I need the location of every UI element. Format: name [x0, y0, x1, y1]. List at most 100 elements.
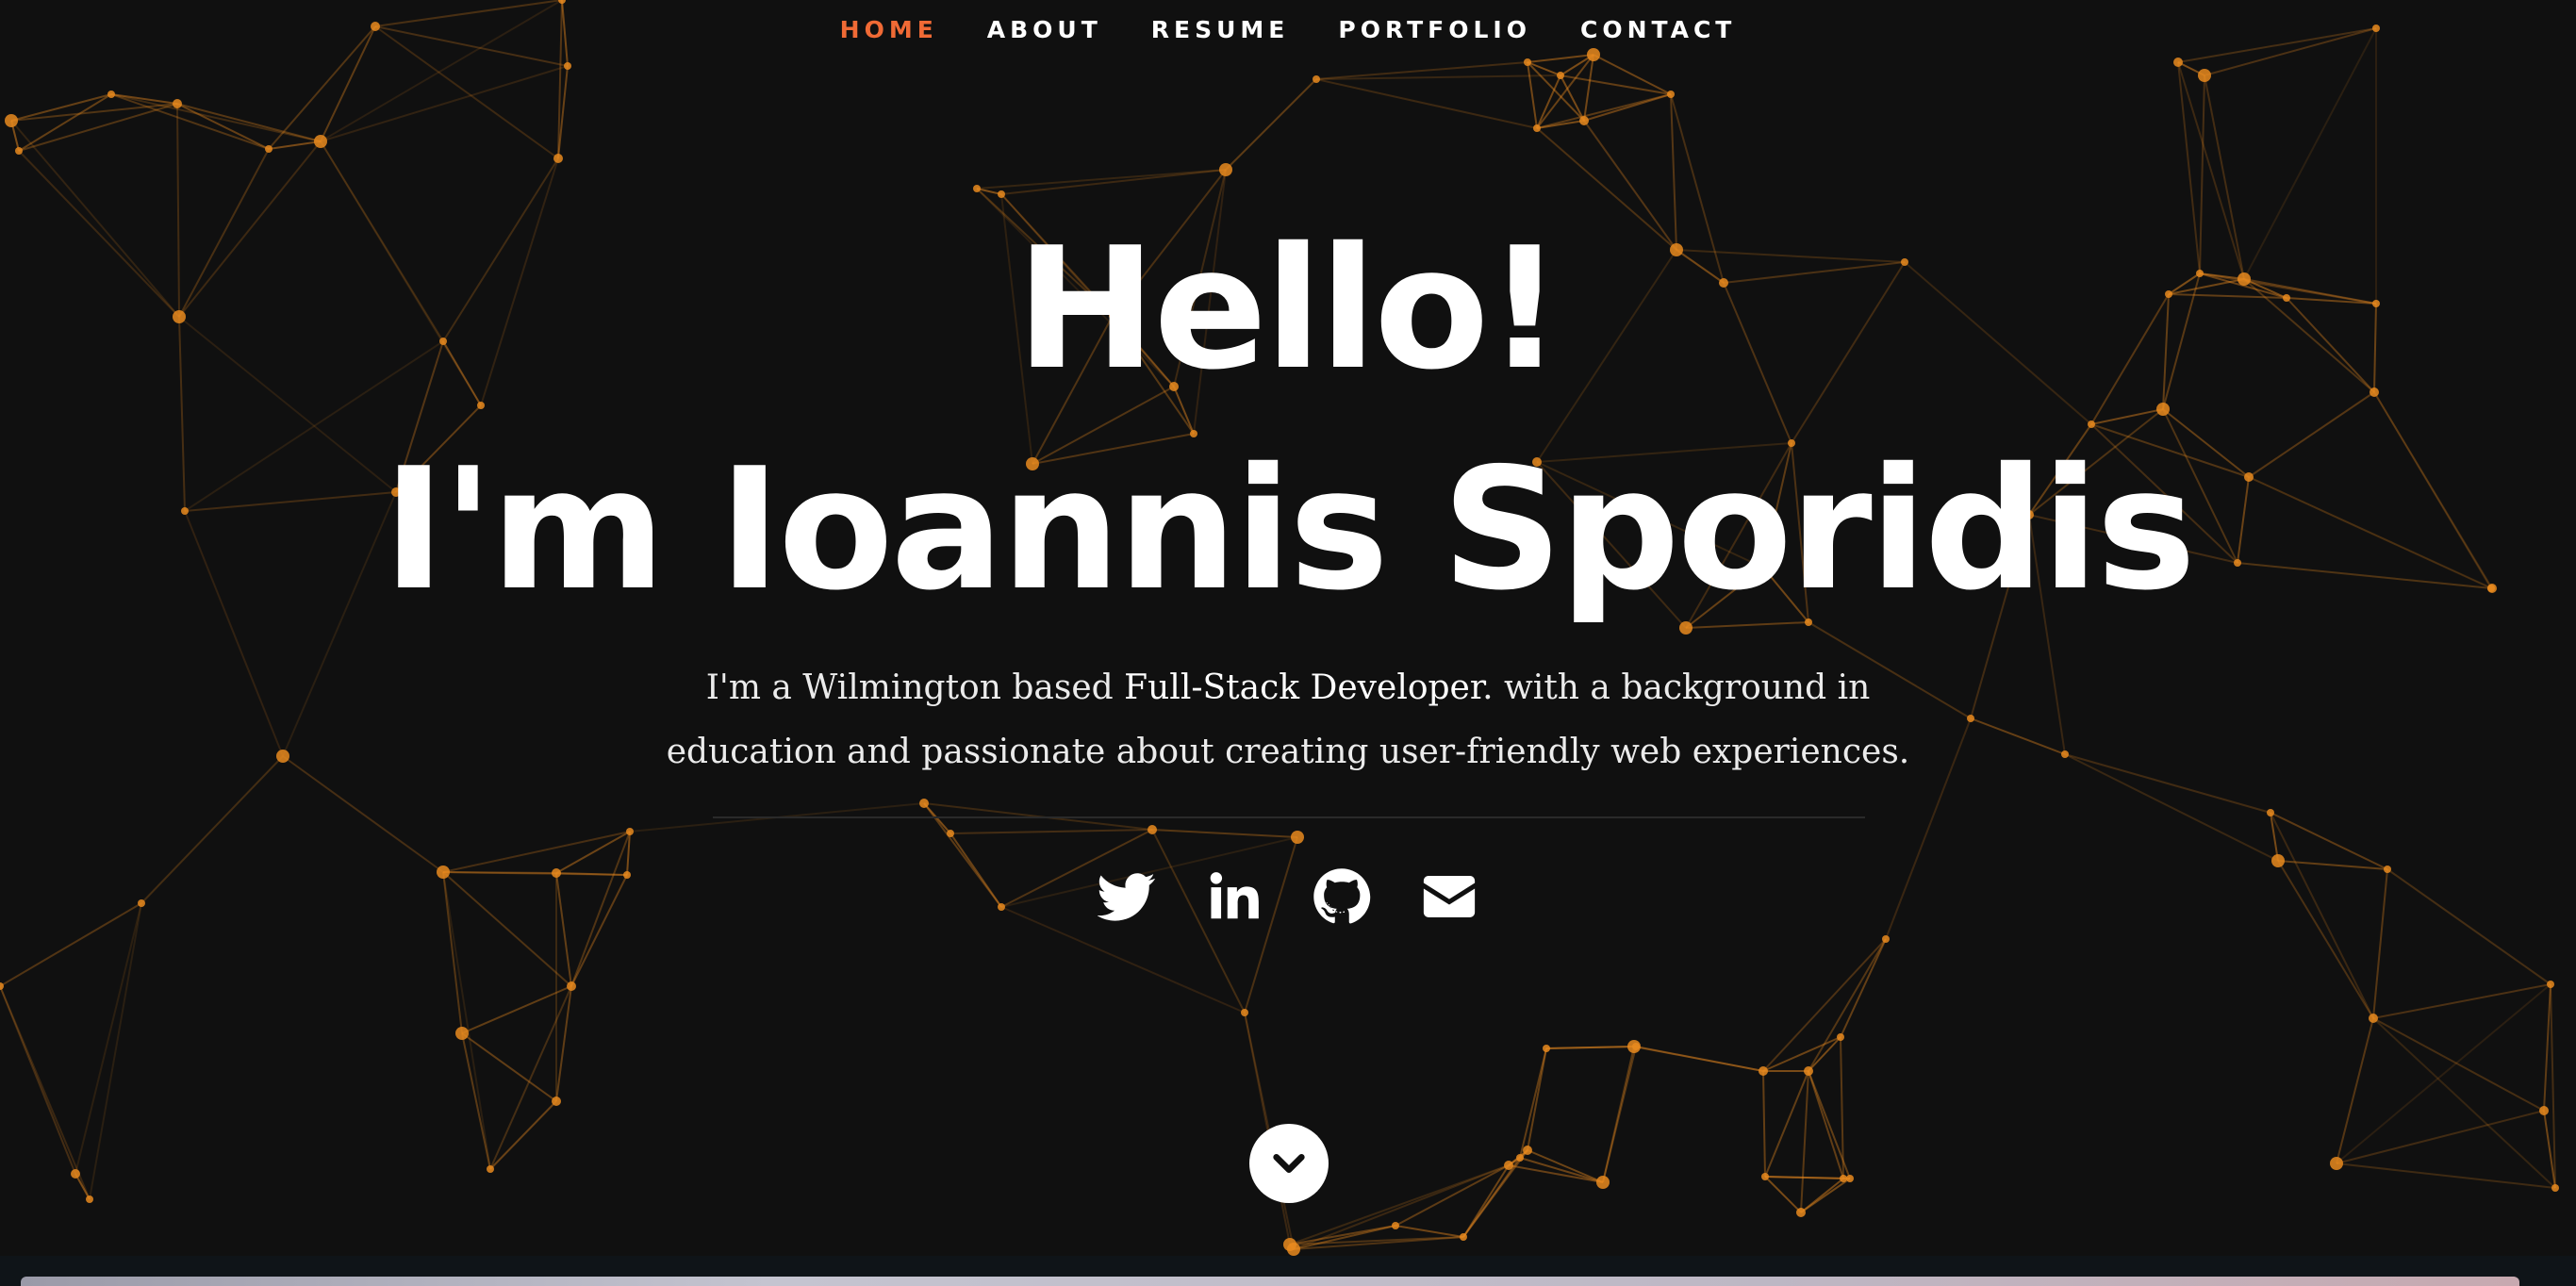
- particle-node: [1524, 58, 1531, 66]
- particle-node: [2369, 1014, 2378, 1023]
- particle-node: [276, 750, 289, 763]
- particle-node: [455, 1027, 469, 1040]
- particle-node: [2061, 750, 2069, 758]
- particle-node: [947, 830, 954, 837]
- particle-node: [1460, 1233, 1467, 1241]
- particle-link: [2372, 1017, 2556, 1189]
- particle-link: [1527, 61, 1561, 76]
- particle-node: [1667, 91, 1675, 98]
- particle-link: [461, 1032, 557, 1102]
- particle-link: [1970, 717, 2066, 755]
- particle-node: [1627, 1040, 1641, 1053]
- particle-node: [919, 799, 929, 808]
- github-link[interactable]: [1313, 867, 1371, 926]
- particle-link: [949, 829, 1153, 834]
- particle-link: [1225, 78, 1317, 171]
- particle-node: [2539, 1106, 2549, 1115]
- particle-node: [1219, 163, 1232, 176]
- particle-node: [487, 1165, 494, 1173]
- particle-link: [2543, 983, 2551, 1112]
- particle-node: [1516, 1154, 1524, 1162]
- particle-link: [1527, 1149, 1604, 1183]
- particle-node: [1291, 831, 1304, 844]
- particle-node: [1392, 1222, 1399, 1229]
- particle-node: [1504, 1161, 1513, 1170]
- particle-link: [110, 93, 322, 142]
- particle-link: [282, 755, 444, 873]
- particle-link: [74, 902, 142, 1175]
- particle-link: [1293, 1164, 1510, 1250]
- nav-portfolio[interactable]: PORTFOLIO: [1338, 16, 1531, 43]
- particle-node: [86, 1195, 93, 1203]
- particle-link: [1762, 938, 1887, 1072]
- particle-node: [1148, 825, 1157, 834]
- particle-link: [2064, 753, 2271, 814]
- particle-link: [489, 1100, 557, 1170]
- particle-node: [2330, 1157, 2343, 1170]
- particle-node: [173, 99, 182, 108]
- particle-link: [0, 985, 91, 1200]
- chevron-down-icon: [1273, 1154, 1305, 1173]
- particle-node: [2173, 58, 2183, 67]
- particle-node: [1796, 1208, 1806, 1217]
- particle-node: [1837, 1033, 1844, 1041]
- particle-link: [1800, 1070, 1809, 1213]
- particle-node: [15, 147, 23, 155]
- particle-link: [1151, 829, 1298, 838]
- nav-home[interactable]: HOME: [840, 16, 938, 43]
- particle-link: [1527, 61, 1538, 129]
- particle-link: [10, 103, 178, 122]
- main-nav: HOME ABOUT RESUME PORTFOLIO CONTACT: [0, 0, 2576, 58]
- particle-node: [1543, 1045, 1550, 1052]
- linkedin-link[interactable]: [1205, 867, 1263, 926]
- particle-link: [442, 831, 631, 873]
- particle-link: [1800, 1178, 1851, 1213]
- intro-text-start: I'm a Wilmington based: [705, 668, 1125, 707]
- particle-node: [1287, 1243, 1300, 1256]
- particle-node: [5, 114, 18, 127]
- email-link[interactable]: [1420, 867, 1478, 926]
- particle-node: [2198, 69, 2211, 82]
- particle-link: [18, 93, 112, 152]
- next-section-bar: [21, 1277, 2519, 1286]
- hero-greeting: Hello!: [1016, 211, 1562, 406]
- hero-intro: I'm a Wilmington based Full-Stack Develo…: [628, 656, 1948, 784]
- nav-about[interactable]: ABOUT: [987, 16, 1102, 43]
- particle-node: [1882, 935, 1890, 943]
- particle-link: [976, 169, 1227, 190]
- particle-node: [567, 981, 576, 991]
- hero-divider: [713, 816, 1865, 818]
- particle-link: [268, 140, 322, 150]
- particle-node: [314, 135, 327, 148]
- particle-link: [89, 902, 142, 1200]
- particle-node: [1840, 1175, 1847, 1182]
- particle-node: [1241, 1009, 1248, 1016]
- particle-node: [2088, 420, 2095, 428]
- particle-link: [1545, 1046, 1637, 1049]
- particle-link: [1000, 169, 1227, 195]
- particle-link: [461, 1032, 491, 1170]
- particle-link: [2064, 753, 2279, 862]
- particle-node: [2267, 809, 2274, 816]
- twitter-link[interactable]: [1098, 867, 1156, 926]
- particle-link: [1808, 938, 1887, 1072]
- particle-node: [1313, 75, 1320, 83]
- particle-node: [998, 190, 1005, 198]
- particle-link: [320, 65, 569, 142]
- particle-node: [2271, 854, 2285, 867]
- scroll-down-button[interactable]: [1249, 1124, 1329, 1203]
- particle-link: [1527, 61, 1585, 122]
- particle-link: [1764, 1070, 1809, 1178]
- nav-resume[interactable]: RESUME: [1151, 16, 1290, 43]
- email-icon: [1423, 876, 1476, 917]
- particle-link: [1602, 1046, 1635, 1183]
- particle-link: [1762, 1036, 1841, 1072]
- particle-link: [1808, 1070, 1851, 1179]
- particle-node: [973, 185, 981, 192]
- particle-link: [2336, 1017, 2374, 1164]
- particle-node: [1759, 1066, 1768, 1076]
- nav-contact[interactable]: CONTACT: [1580, 16, 1736, 43]
- particle-link: [1536, 93, 1672, 129]
- particle-link: [10, 93, 112, 122]
- particle-link: [461, 985, 572, 1034]
